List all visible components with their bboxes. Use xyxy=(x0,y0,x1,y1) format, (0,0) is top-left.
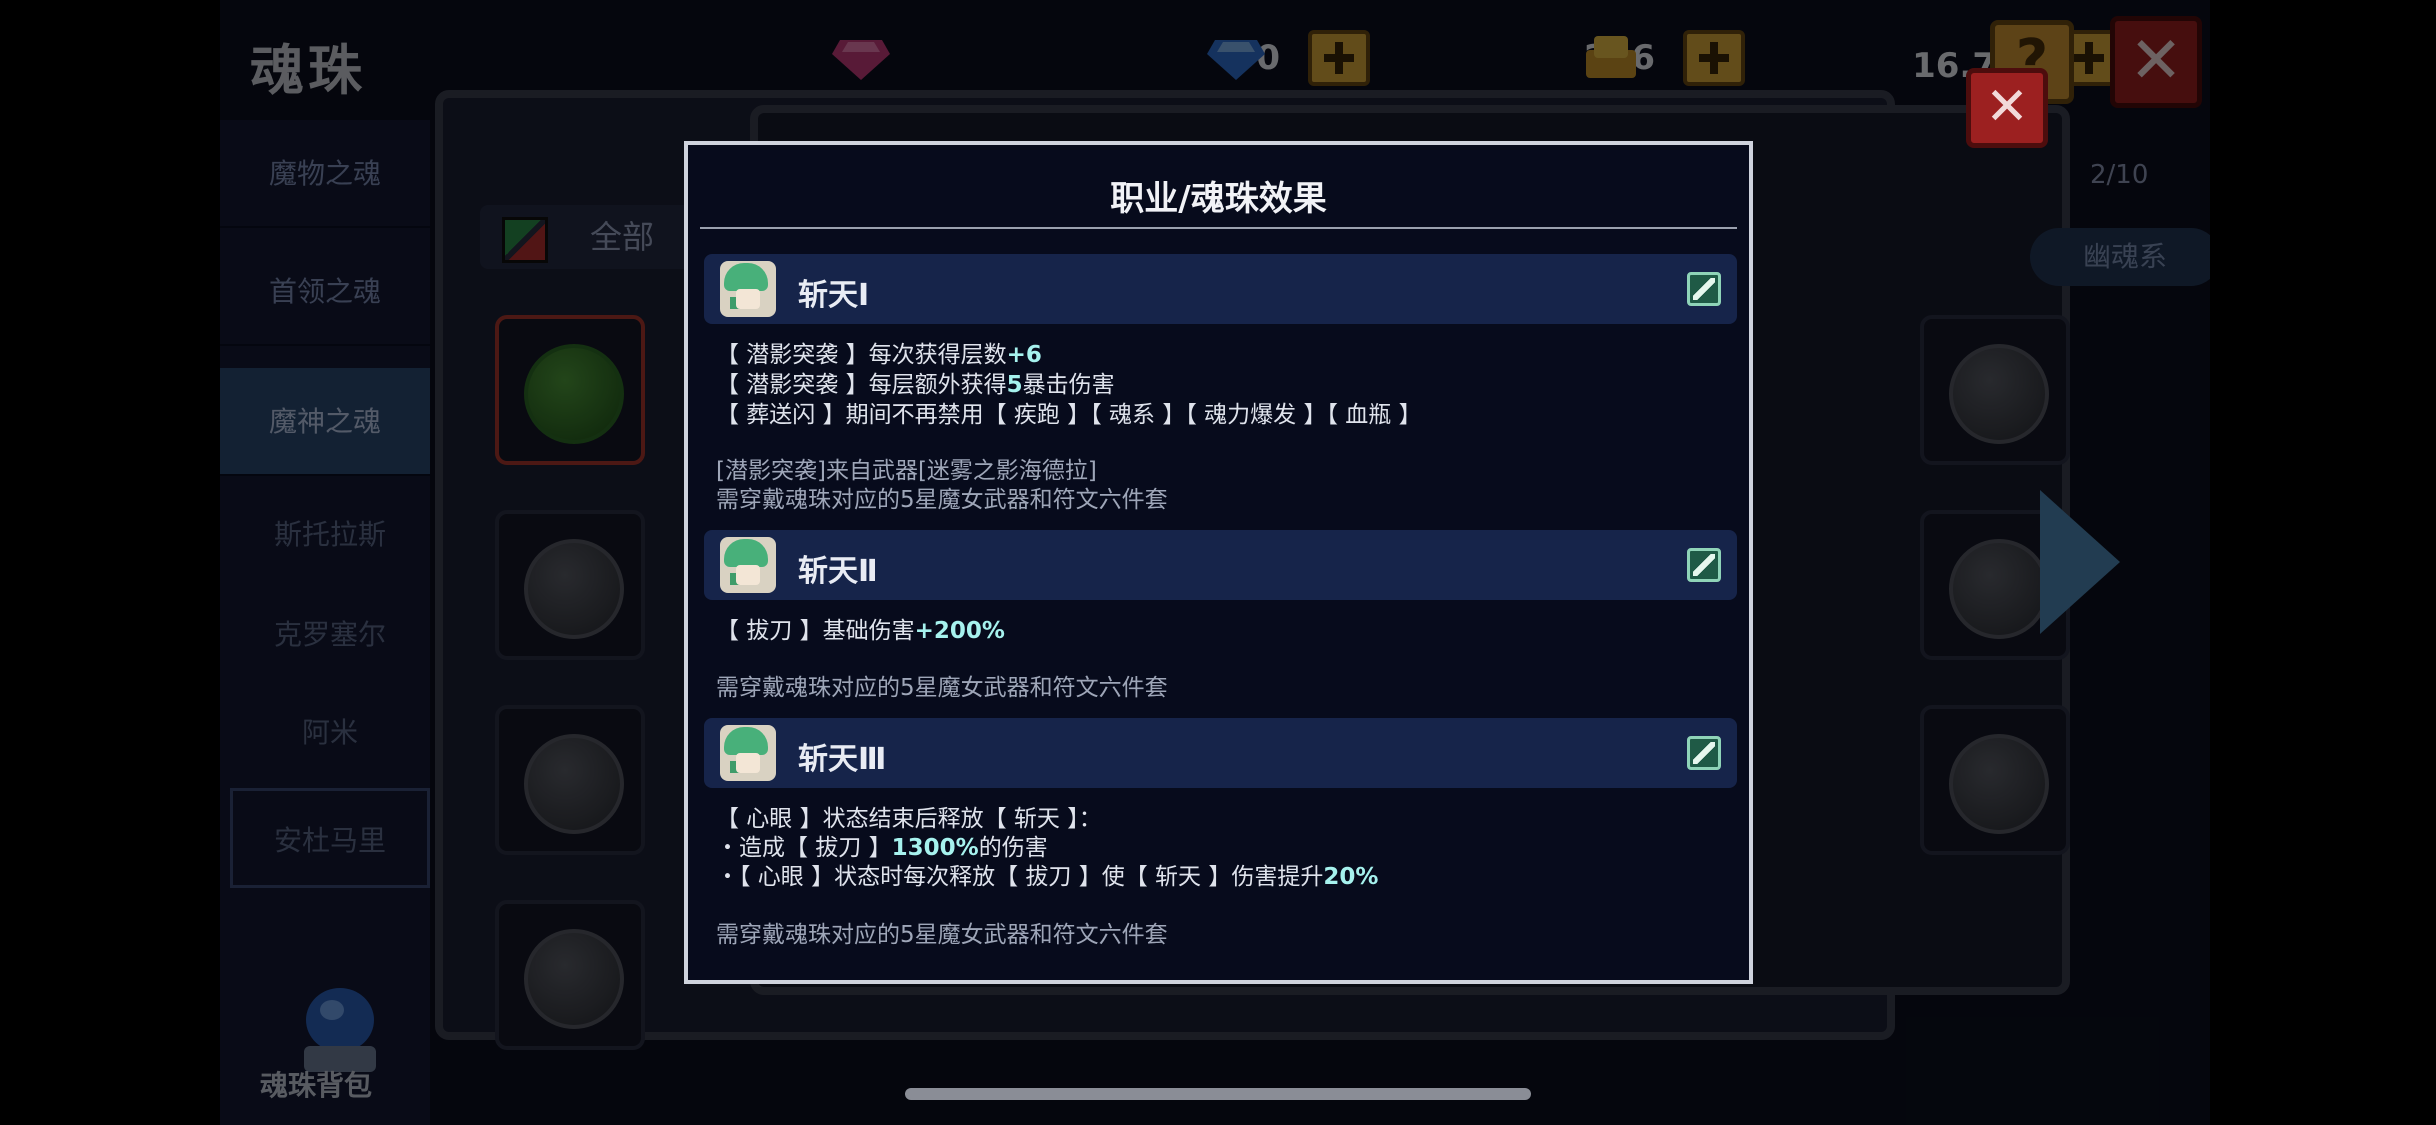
skill-header[interactable]: 斩天Ⅰ xyxy=(704,254,1737,324)
effect-line: 【 潜影突袭 】每次获得层数+6 xyxy=(716,342,1042,368)
effect-line: ・【 心眼 】状态时每次释放【 拔刀 】使【 斩天 】伤害提升20% xyxy=(716,864,1379,890)
soul-slot[interactable] xyxy=(1920,705,2070,855)
soul-orb-icon xyxy=(1949,344,2049,444)
collection-progress: 2/10 xyxy=(2090,160,2149,190)
requirement-note: 需穿戴魂珠对应的5星魔女武器和符文六件套 xyxy=(716,922,1168,948)
sidebar-subitem[interactable]: 安杜马里 xyxy=(230,788,430,888)
skill-name: 斩天Ⅰ xyxy=(798,278,870,313)
next-arrow-icon[interactable] xyxy=(2040,490,2120,634)
expand-toggle-icon[interactable] xyxy=(1687,736,1721,770)
soul-slot[interactable] xyxy=(495,510,645,660)
sidebar-item-demon-soul[interactable]: 魔神之魂 xyxy=(220,368,430,476)
character-portrait-icon xyxy=(720,261,776,317)
soul-orb-icon xyxy=(1949,539,2049,639)
sidebar-subitem[interactable]: 斯托拉斯 xyxy=(230,485,430,585)
home-indicator[interactable] xyxy=(905,1088,1531,1100)
soul-orb-icon xyxy=(524,539,624,639)
character-portrait-icon xyxy=(720,725,776,781)
sidebar-item-monster-soul[interactable]: 魔物之魂 xyxy=(220,120,430,228)
skill-name: 斩天Ⅲ xyxy=(798,742,887,777)
soul-orb-icon xyxy=(524,734,624,834)
soul-slot[interactable] xyxy=(495,705,645,855)
soul-orb-icon xyxy=(1949,734,2049,834)
soul-orb-icon xyxy=(524,344,624,444)
page-title: 魂珠 xyxy=(250,39,366,102)
dialog-title: 职业/魂珠效果 xyxy=(1110,179,1327,219)
skill-effect-dialog: 职业/魂珠效果 斩天Ⅰ 【 潜影突袭 】每次获得层数+6 【 潜影突袭 】每层额… xyxy=(684,141,1753,984)
close-screen-button[interactable]: ✕ xyxy=(2110,16,2202,108)
requirement-note: 需穿戴魂珠对应的5星魔女武器和符文六件套 xyxy=(716,675,1168,701)
skill-header[interactable]: 斩天Ⅲ xyxy=(704,718,1737,788)
effect-line: 【 葬送闪 】期间不再禁用【 疾跑 】【 魂系 】【 魂力爆发 】【 血瓶 】 xyxy=(716,402,1422,428)
sidebar-subitem[interactable]: 阿米 xyxy=(230,683,430,783)
expand-toggle-icon[interactable] xyxy=(1687,272,1721,306)
skill-name: 斩天Ⅱ xyxy=(798,554,878,589)
expand-toggle-icon[interactable] xyxy=(1687,548,1721,582)
gem-blue-icon xyxy=(1207,40,1265,80)
effect-line: 【 潜影突袭 】每层额外获得5暴击伤害 xyxy=(716,372,1115,398)
soul-slot[interactable] xyxy=(1920,315,2070,465)
soul-orb-icon xyxy=(524,929,624,1029)
effect-line: 【 拔刀 】基础伤害+200% xyxy=(716,618,1005,644)
soul-slot[interactable] xyxy=(495,315,645,465)
skill-header[interactable]: 斩天Ⅱ xyxy=(704,530,1737,600)
soul-system-tag[interactable]: 幽魂系 xyxy=(2030,228,2210,286)
sidebar-subitem[interactable]: 克罗塞尔 xyxy=(230,585,430,685)
gold-pile-icon xyxy=(1586,36,1636,78)
character-portrait-icon xyxy=(720,537,776,593)
requirement-note: 需穿戴魂珠对应的5星魔女武器和符文六件套 xyxy=(716,487,1168,513)
soul-bag-label: 魂珠背包 xyxy=(260,1069,373,1102)
divider xyxy=(700,227,1737,229)
soul-slot[interactable] xyxy=(495,900,645,1050)
sidebar: 魔物之魂 首领之魂 魔神之魂 斯托拉斯 克罗塞尔 阿米 安杜马里 xyxy=(220,120,430,1125)
sidebar-item-boss-soul[interactable]: 首领之魂 xyxy=(220,238,430,346)
close-modal-button[interactable]: ✕ xyxy=(1966,68,2048,148)
gem-pink-icon xyxy=(832,40,890,80)
